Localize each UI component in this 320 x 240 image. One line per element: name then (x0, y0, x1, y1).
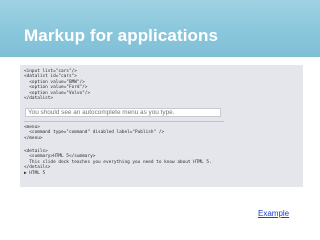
code-line: <option value="Ford"/> (24, 85, 88, 91)
autocomplete-demo-input[interactable] (25, 108, 221, 117)
code-screenshot-panel: <input list="cars"/> <datalist id="cars">… (20, 65, 303, 187)
panel-divider (24, 121, 224, 122)
code-line: This slide deck teaches you everything y… (24, 159, 212, 165)
code-line: </menu> (24, 135, 43, 141)
datalist-code-block: <input list="cars"/> <datalist id="cars">… (24, 69, 90, 101)
slide-title: Markup for applications (24, 26, 219, 45)
example-link[interactable]: Example (258, 209, 289, 218)
code-line: </datalist> (24, 96, 54, 102)
details-summary-toggle[interactable]: ▶ HTML 5 (24, 171, 212, 176)
code-line: <command type="command" disabled label="… (24, 130, 165, 136)
details-code-block: <details> <summary>HTML 5</summary> This… (24, 149, 212, 176)
menu-code-block: <menu> <command type="command" disabled … (24, 125, 164, 141)
